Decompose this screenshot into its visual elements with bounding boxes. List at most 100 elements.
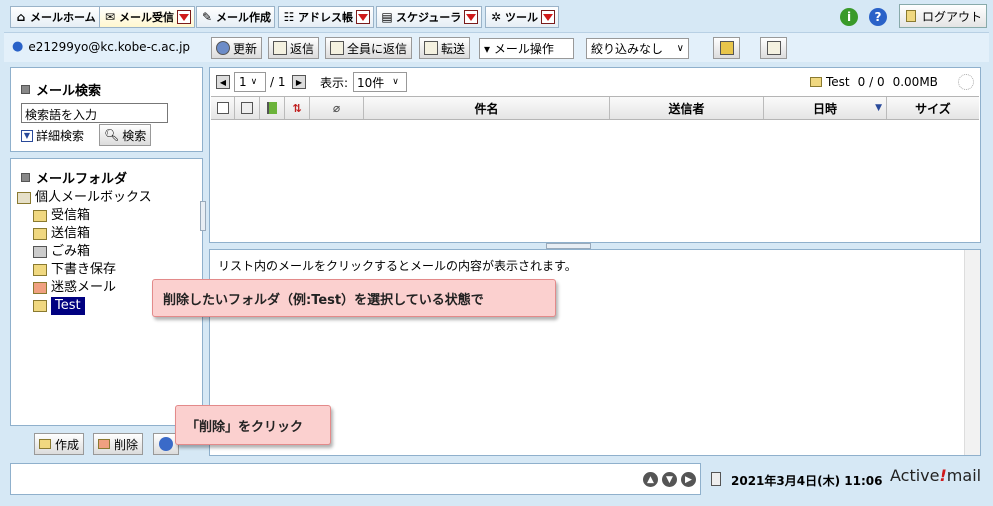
paperclip-icon: ⌀ bbox=[332, 101, 341, 115]
filter-select[interactable]: 絞り込みなし ∨ bbox=[586, 38, 689, 59]
mail-toolbar: ● e21299yo@kc.kobe-c.ac.jp 更新 返信 全員に返信 転… bbox=[4, 32, 989, 62]
sort-desc-icon: ▼ bbox=[875, 103, 882, 113]
preview-scrollbar[interactable] bbox=[964, 250, 980, 455]
folder-item-trash[interactable]: ごみ箱 bbox=[17, 243, 152, 261]
scroll-up-icon[interactable]: ▲ bbox=[643, 472, 658, 487]
column-date[interactable]: 日時 ▼ bbox=[764, 97, 887, 119]
page-total: / 1 bbox=[270, 75, 286, 89]
tab-address-book[interactable]: ☷ アドレス帳 bbox=[278, 6, 374, 28]
square-icon bbox=[21, 173, 30, 182]
trash-icon bbox=[33, 246, 47, 258]
callout-select-folder: 削除したいフォルダ（例:Test）を選択している状態で bbox=[152, 279, 556, 317]
help-icon[interactable]: ? bbox=[869, 8, 887, 26]
logout-icon bbox=[906, 10, 916, 22]
column-attachment-type[interactable] bbox=[235, 97, 260, 119]
active-mail-logo: Active!mail bbox=[890, 466, 982, 485]
column-attach[interactable]: ⌀ bbox=[310, 97, 364, 119]
forward-icon bbox=[424, 41, 438, 55]
datetime-display: 2021年3月4日(木) 11:06 bbox=[731, 474, 883, 488]
user-icon: ● bbox=[12, 39, 24, 54]
folder-item-inbox[interactable]: 受信箱 bbox=[17, 207, 152, 225]
folder-title: メールフォルダ bbox=[21, 168, 127, 187]
forward-button[interactable]: 転送 bbox=[419, 37, 471, 59]
callout-click-delete: 「削除」をクリック bbox=[175, 405, 331, 445]
folder-tree: 個人メールボックス 受信箱 送信箱 ごみ箱 下書き保存 迷惑メール Test bbox=[17, 189, 152, 315]
mail-operations-menu[interactable]: ▾ メール操作 bbox=[479, 38, 574, 59]
gear-icon: ✲ bbox=[490, 10, 502, 24]
pager-bar: ◀ 1 ∨ / 1 ▶ 表示: 10件 ∨ Test 0 / 0 0.00MB bbox=[210, 68, 980, 96]
inbox-icon bbox=[33, 210, 47, 222]
priority-icon: ⇅ bbox=[292, 101, 302, 115]
print-button[interactable] bbox=[760, 37, 787, 59]
spam-icon bbox=[33, 282, 47, 294]
folder-root[interactable]: 個人メールボックス bbox=[17, 189, 152, 207]
mail-table-header: ⇅ ⌀ 件名 送信者 日時 ▼ サイズ bbox=[211, 96, 979, 120]
display-label: 表示: bbox=[320, 75, 349, 90]
page-select[interactable]: 1 ∨ bbox=[234, 72, 266, 92]
mail-search-panel: メール検索 検索語を入力 ▼ 詳細検索 🔍︎ 検索 bbox=[10, 67, 203, 152]
square-icon bbox=[21, 85, 30, 94]
tab-mail-receive[interactable]: ✉ メール受信 bbox=[99, 6, 195, 28]
home-icon: ⌂ bbox=[16, 10, 26, 24]
info-icon[interactable]: i bbox=[840, 8, 858, 26]
select-all-checkbox[interactable] bbox=[211, 97, 235, 119]
chevron-down-icon: ∨ bbox=[392, 77, 399, 87]
refresh-icon bbox=[159, 437, 173, 451]
scroll-right-icon[interactable]: ▶ bbox=[681, 472, 696, 487]
column-size[interactable]: サイズ bbox=[887, 97, 979, 119]
tab-scheduler[interactable]: ▤ スケジューラ bbox=[376, 6, 483, 28]
column-subject[interactable]: 件名 bbox=[364, 97, 610, 119]
folder-item-drafts[interactable]: 下書き保存 bbox=[17, 261, 152, 279]
top-tab-bar: ⌂ メールホーム ✉ メール受信 ✎ メール作成 ☷ アドレス帳 ▤ スケジュー… bbox=[0, 0, 993, 32]
create-folder-button[interactable]: 作成 bbox=[34, 433, 85, 455]
chevron-down-icon[interactable] bbox=[177, 10, 191, 24]
folder-add-icon bbox=[39, 439, 51, 449]
search-title: メール検索 bbox=[21, 80, 101, 99]
search-icon: 🔍︎ bbox=[104, 128, 120, 142]
calendar-icon: ▤ bbox=[381, 10, 393, 24]
compose-icon: ✎ bbox=[201, 10, 213, 24]
chevron-down-icon[interactable] bbox=[541, 10, 555, 24]
search-button[interactable]: 🔍︎ 検索 bbox=[99, 124, 152, 146]
folder-item-spam[interactable]: 迷惑メール bbox=[17, 279, 152, 297]
search-input[interactable]: 検索語を入力 bbox=[21, 103, 168, 123]
column-sender[interactable]: 送信者 bbox=[610, 97, 764, 119]
logout-button[interactable]: ログアウト bbox=[899, 4, 987, 28]
reply-button[interactable]: 返信 bbox=[268, 37, 320, 59]
chevron-down-icon[interactable] bbox=[356, 10, 370, 24]
inbox-icon: ✉ bbox=[104, 10, 116, 24]
draft-icon bbox=[33, 264, 47, 276]
loading-spinner-icon bbox=[958, 74, 974, 90]
folder-item-test[interactable]: Test bbox=[17, 297, 152, 315]
chevron-down-icon[interactable] bbox=[464, 10, 479, 24]
print-icon bbox=[766, 41, 781, 55]
folder-item-sent[interactable]: 送信箱 bbox=[17, 225, 152, 243]
lock-button[interactable] bbox=[713, 37, 740, 59]
sent-icon bbox=[33, 228, 47, 240]
reply-all-icon bbox=[330, 41, 344, 55]
tab-mail-compose[interactable]: ✎ メール作成 bbox=[196, 6, 275, 28]
addressbook-icon: ☷ bbox=[283, 10, 295, 24]
flag-icon bbox=[267, 102, 277, 114]
mail-list-panel: ◀ 1 ∨ / 1 ▶ 表示: 10件 ∨ Test 0 / 0 0.00MB bbox=[209, 67, 981, 243]
tab-tools[interactable]: ✲ ツール bbox=[485, 6, 559, 28]
panel-splitter-handle[interactable] bbox=[200, 201, 206, 231]
status-bar: ▲ ▼ ▶ bbox=[10, 463, 701, 495]
folder-delete-icon bbox=[98, 439, 110, 449]
tab-mail-home[interactable]: ⌂ メールホーム bbox=[10, 6, 100, 28]
reply-icon bbox=[273, 41, 287, 55]
next-page-icon[interactable]: ▶ bbox=[292, 75, 306, 89]
clock-icon bbox=[711, 472, 721, 486]
delete-folder-button[interactable]: 削除 bbox=[93, 433, 144, 455]
lock-icon bbox=[719, 41, 734, 55]
column-flag[interactable] bbox=[260, 97, 285, 119]
refresh-button[interactable]: 更新 bbox=[211, 37, 263, 59]
advanced-search-toggle[interactable]: ▼ 詳細検索 bbox=[21, 127, 84, 144]
folder-icon bbox=[33, 300, 47, 312]
user-account: ● e21299yo@kc.kobe-c.ac.jp bbox=[12, 39, 191, 54]
column-priority[interactable]: ⇅ bbox=[285, 97, 310, 119]
per-page-select[interactable]: 10件 ∨ bbox=[353, 72, 407, 92]
prev-page-icon[interactable]: ◀ bbox=[216, 75, 230, 89]
reply-all-button[interactable]: 全員に返信 bbox=[325, 37, 413, 59]
scroll-down-icon[interactable]: ▼ bbox=[662, 472, 677, 487]
